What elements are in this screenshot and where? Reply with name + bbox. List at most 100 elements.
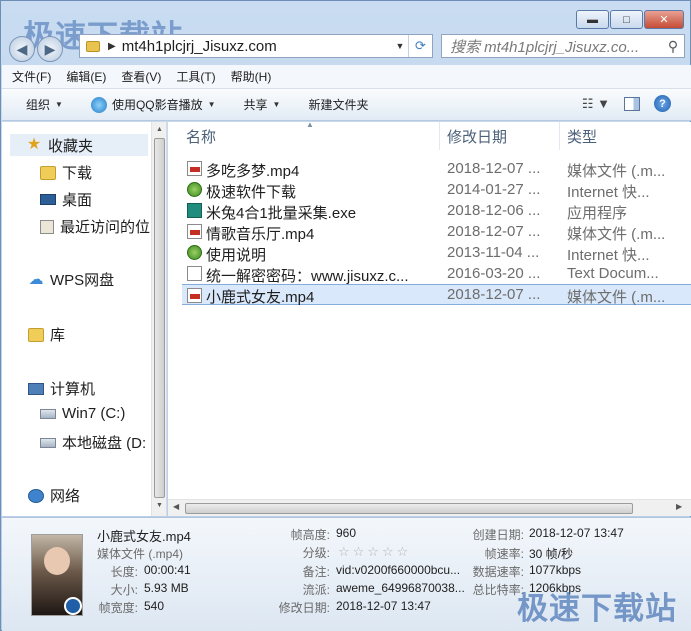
file-row[interactable]: 米兔4合1批量采集.exe 2018-12-06 ... 应用程序 [182, 200, 691, 222]
column-name[interactable]: 名称 [186, 122, 216, 150]
explorer-window: 极速下载站 ▬ □ ✕ ◀ ▶ ▶ mt4h1plcjrj_Jisuxz.com… [0, 0, 691, 631]
file-date: 2018-12-07 ... [447, 286, 541, 303]
frame-height-label: 帧高度: [290, 528, 330, 542]
rating-stars[interactable]: ☆☆☆☆☆ [338, 544, 411, 560]
column-divider[interactable] [559, 122, 560, 150]
internet-shortcut-icon [187, 245, 202, 260]
nav-wps[interactable]: ☁ WPS网盘 [28, 269, 115, 290]
datarate-value: 1077kbps [529, 563, 582, 577]
downloads-folder-icon [40, 165, 56, 180]
menu-tools[interactable]: 工具(T) [176, 68, 215, 85]
nav-drive-d-label: 本地磁盘 (D: [62, 435, 147, 452]
created-label: 创建日期: [472, 528, 524, 542]
nav-scroll-thumb[interactable] [154, 138, 165, 498]
horizontal-scrollbar[interactable]: ◀ ▶ [168, 499, 691, 516]
new-folder-button[interactable]: 新建文件夹 [308, 96, 368, 113]
nav-favorites[interactable]: ★ 收藏夹 [10, 134, 148, 156]
file-row[interactable]: 统一解密密码：www.jisuxz.c... 2016-03-20 ... Te… [182, 263, 691, 285]
file-row-selected[interactable]: 小鹿式女友.mp4 2018-12-07 ... 媒体文件 (.m... [182, 284, 691, 306]
column-type[interactable]: 类型 [567, 122, 597, 150]
back-button[interactable]: ◀ [9, 36, 35, 62]
scroll-down-icon[interactable]: ▼ [152, 502, 167, 509]
search-input[interactable]: 搜索 mt4h1plcjrj_Jisuxz.co... [450, 36, 662, 57]
created-value: 2018-12-07 13:47 [529, 526, 624, 540]
internet-shortcut-icon [187, 182, 202, 197]
genre-label: 流派: [302, 583, 330, 597]
nav-scrollbar[interactable]: ▲ ▼ [151, 122, 166, 516]
chevron-down-icon: ▼ [272, 100, 281, 109]
horizontal-scroll-thumb[interactable] [185, 503, 633, 514]
nav-drive-c[interactable]: Win7 (C:) [40, 405, 125, 422]
file-name: 极速软件下载 [206, 184, 297, 201]
file-name: 统一解密密码：www.jisuxz.c... [206, 268, 409, 285]
comment-value[interactable]: vid:v0200f660000bcu... [336, 563, 460, 577]
column-date[interactable]: 修改日期 [447, 122, 507, 150]
file-type: 媒体文件 (.m... [567, 163, 666, 180]
share-button[interactable]: 共享 ▼ [244, 96, 281, 113]
comment-label: 备注: [302, 565, 330, 579]
nav-drive-d[interactable]: 本地磁盘 (D: [40, 432, 150, 453]
folder-icon [86, 40, 100, 52]
menu-edit[interactable]: 编辑(E) [66, 68, 106, 85]
video-file-icon [187, 288, 202, 303]
title-bar: 极速下载站 ▬ □ ✕ ◀ ▶ ▶ mt4h1plcjrj_Jisuxz.com… [1, 1, 690, 65]
file-type: Text Docum... [567, 265, 659, 282]
file-date: 2018-12-06 ... [447, 202, 541, 219]
file-name: 情歌音乐厅.mp4 [206, 226, 315, 243]
qq-play-label: 使用QQ影音播放 [111, 98, 203, 112]
length-value: 00:00:41 [144, 563, 191, 577]
computer-icon [28, 382, 44, 395]
nav-buttons: ◀ ▶ [9, 36, 63, 62]
scroll-up-icon[interactable]: ▲ [152, 126, 167, 133]
video-file-icon [187, 224, 202, 239]
scroll-left-icon[interactable]: ◀ [173, 502, 179, 511]
nav-library[interactable]: 库 [28, 324, 65, 345]
file-row[interactable]: 多吃多梦.mp4 2018-12-07 ... 媒体文件 (.m... [182, 158, 691, 180]
nav-desktop[interactable]: 桌面 [40, 189, 92, 210]
cloud-icon: ☁ [28, 270, 44, 288]
forward-button[interactable]: ▶ [37, 36, 63, 62]
nav-downloads[interactable]: 下载 [40, 162, 92, 183]
scroll-right-icon[interactable]: ▶ [676, 502, 682, 511]
preview-pane-icon[interactable] [624, 96, 640, 111]
video-thumbnail [31, 534, 83, 616]
organize-button[interactable]: 组织 ▼ [26, 96, 63, 113]
nav-computer[interactable]: 计算机 [28, 378, 95, 399]
menu-view[interactable]: 查看(V) [121, 68, 161, 85]
search-box[interactable]: 搜索 mt4h1plcjrj_Jisuxz.co... ⚲ [441, 34, 685, 58]
frame-width-value: 540 [144, 599, 165, 613]
nav-recent[interactable]: 最近访问的位 [40, 216, 150, 237]
framerate-value: 30 帧/秒 [529, 547, 574, 561]
share-label: 共享 [243, 98, 268, 112]
search-icon[interactable]: ⚲ [662, 38, 684, 55]
address-dropdown-icon[interactable]: ▼ [392, 41, 408, 51]
nav-network[interactable]: 网络 [28, 485, 80, 506]
file-row[interactable]: 情歌音乐厅.mp4 2018-12-07 ... 媒体文件 (.m... [182, 221, 691, 243]
frame-height-value: 960 [336, 526, 357, 540]
nav-wps-label: WPS网盘 [50, 272, 115, 289]
view-options-icon[interactable]: ☷ ▼ [582, 96, 610, 112]
genre-value[interactable]: aweme_64996870038... [336, 581, 465, 595]
refresh-icon[interactable]: ⟳ [408, 35, 432, 57]
help-icon[interactable]: ? [654, 95, 671, 112]
nav-drive-c-label: Win7 (C:) [62, 405, 126, 422]
file-row[interactable]: 极速软件下载 2014-01-27 ... Internet 快... [182, 179, 691, 201]
address-path[interactable]: mt4h1plcjrj_Jisuxz.com [122, 38, 392, 55]
minimize-button[interactable]: ▬ [576, 10, 609, 29]
breadcrumb-arrow-icon[interactable]: ▶ [108, 41, 116, 52]
maximize-button[interactable]: □ [610, 10, 643, 29]
file-type: 媒体文件 (.m... [567, 289, 666, 306]
library-icon [28, 327, 44, 342]
file-row[interactable]: 使用说明 2013-11-04 ... Internet 快... [182, 242, 691, 264]
file-type: Internet 快... [567, 184, 650, 201]
nav-computer-label: 计算机 [50, 381, 96, 398]
file-type: 应用程序 [567, 205, 628, 222]
drive-icon [40, 437, 56, 448]
menu-help[interactable]: 帮助(H) [231, 68, 272, 85]
qq-play-button[interactable]: 使用QQ影音播放 ▼ [90, 96, 216, 113]
column-divider[interactable] [439, 122, 440, 150]
close-button[interactable]: ✕ [644, 10, 684, 29]
menu-file[interactable]: 文件(F) [12, 68, 51, 85]
file-name: 多吃多梦.mp4 [206, 163, 300, 180]
address-bar[interactable]: ▶ mt4h1plcjrj_Jisuxz.com ▼ ⟳ [79, 34, 433, 58]
